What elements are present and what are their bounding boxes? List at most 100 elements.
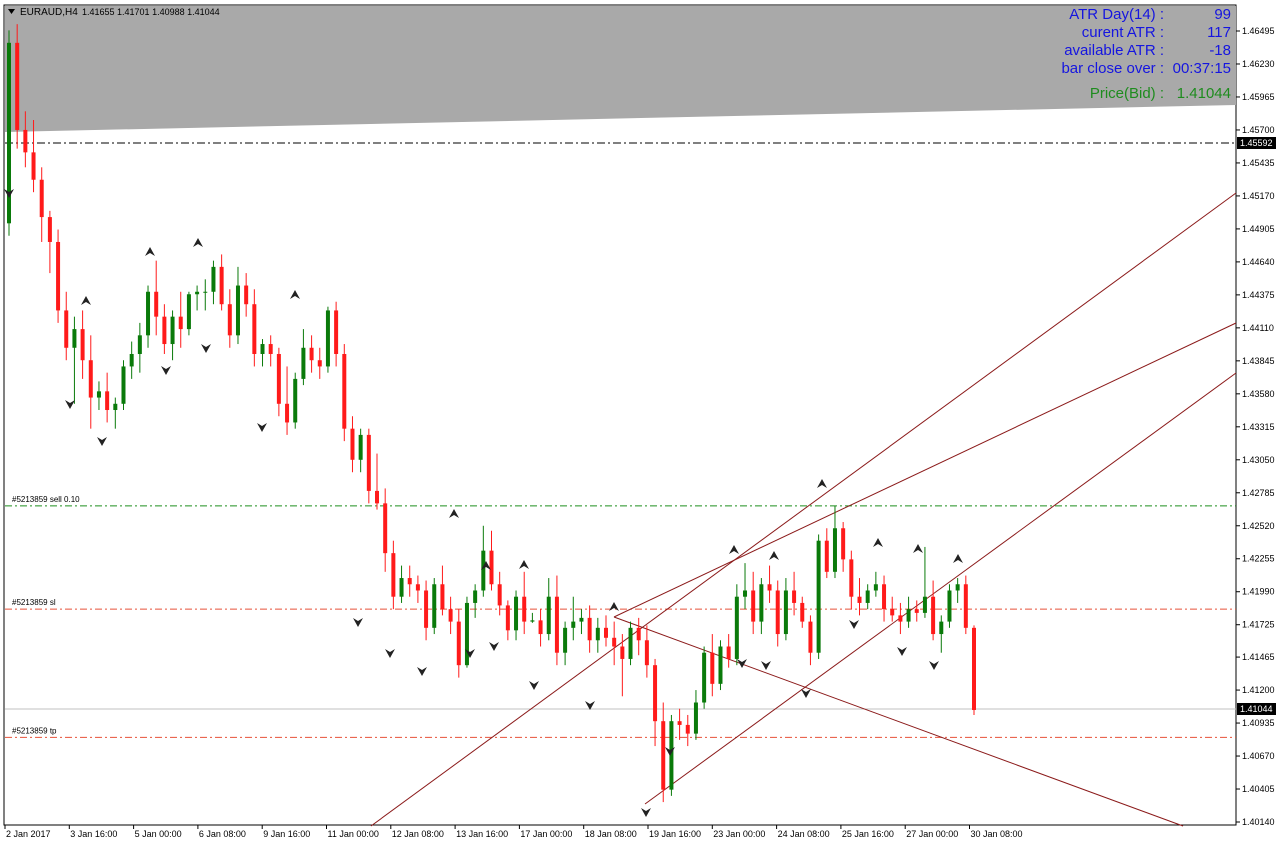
price-tick-label: 1.40935 [1242, 718, 1275, 728]
price-chart[interactable]: #5213859 sell 0.10 #5213859 sl #5213859 tp [0, 0, 1276, 843]
time-tick-label: 6 Jan 08:00 [199, 829, 246, 839]
candle-body [473, 590, 478, 603]
candle-body [685, 724, 690, 734]
candle-body [260, 344, 265, 354]
candle-body [628, 627, 633, 659]
candle-body [96, 391, 101, 398]
candle-body [391, 553, 396, 597]
symbol-label: EURAUD,H4 [20, 7, 78, 18]
candle-body [571, 621, 576, 628]
candle-body [693, 702, 698, 734]
price-tick-label: 1.44905 [1242, 224, 1275, 234]
candle-body [783, 590, 788, 635]
candle [7, 30, 11, 236]
candle-body [456, 621, 461, 666]
info-value: 99 [1214, 6, 1231, 23]
time-axis[interactable]: 2 Jan 2017 3 Jan 16:00 5 Jan 00:00 6 Jan 08… [4, 825, 1023, 839]
candle-body [47, 217, 52, 242]
candle-body [653, 665, 658, 722]
candle-body [383, 503, 388, 554]
candle-body [489, 550, 494, 585]
time-tick-label: 3 Jan 16:00 [70, 829, 117, 839]
candle [325, 306, 330, 373]
candle-body [464, 602, 469, 666]
chart-window[interactable]: #5213859 sell 0.10 #5213859 sl #5213859 tp [0, 0, 1276, 843]
candle-body [121, 366, 126, 404]
ohlc-label: 1.41655 1.41701 1.40988 1.41044 [82, 7, 220, 17]
price-bid-value: 1.41044 [1177, 85, 1231, 102]
price-tick-label: 1.43315 [1242, 422, 1275, 432]
time-tick-label: 17 Jan 00:00 [520, 829, 572, 839]
candle-body [80, 329, 85, 361]
candle-body [538, 620, 543, 635]
price-tick-label: 1.45435 [1242, 158, 1275, 168]
candle-body [832, 528, 837, 572]
price-tick-label: 1.43845 [1242, 356, 1275, 366]
candle-body [350, 428, 355, 460]
candle-body [522, 596, 527, 622]
info-label: curent ATR : [1082, 24, 1164, 41]
candle-body [252, 304, 257, 354]
order-line-label: #5213859 sl [12, 598, 56, 607]
candle-body [890, 609, 895, 616]
candle-body [775, 590, 780, 635]
candle-body [497, 584, 502, 606]
candle-body [170, 316, 175, 345]
order-line-label: #5213859 tp [12, 726, 57, 735]
candle-body [726, 646, 731, 659]
candle-body [612, 637, 617, 647]
candle-body [751, 590, 756, 622]
candle-body [882, 584, 887, 610]
price-tick-label: 1.45965 [1242, 92, 1275, 102]
price-tick-label: 1.41200 [1242, 685, 1275, 695]
time-tick-label: 12 Jan 08:00 [392, 829, 444, 839]
candle-body [947, 590, 952, 622]
candle-body [399, 578, 404, 597]
candle-body [734, 596, 739, 659]
candle-body [792, 590, 797, 603]
candle [121, 360, 126, 411]
candle-body [129, 353, 134, 367]
candle [186, 291, 191, 336]
candle-body [293, 378, 298, 423]
price-bid-label: Price(Bid) : [1090, 85, 1164, 102]
price-tick-label: 1.41990 [1242, 587, 1275, 597]
candle [816, 534, 821, 659]
candle-body [64, 310, 69, 348]
candle-body [620, 646, 625, 659]
time-tick-label: 23 Jan 00:00 [713, 829, 765, 839]
plot-area[interactable] [3, 4, 1237, 826]
candle-body [914, 609, 919, 613]
candle-body [195, 291, 200, 295]
candle-body [963, 584, 968, 628]
time-tick-label: 24 Jan 08:00 [778, 829, 830, 839]
level-price-tag: 1.45592 [1237, 137, 1276, 149]
time-tick-label: 27 Jan 00:00 [906, 829, 958, 839]
candle-body [358, 434, 363, 460]
price-tick-label: 1.46495 [1242, 26, 1275, 36]
price-tick-label: 1.45700 [1242, 125, 1275, 135]
candle-body [816, 540, 821, 653]
candle-body [325, 310, 330, 367]
candle-body [743, 590, 748, 597]
candle [947, 584, 952, 628]
candle-body [137, 335, 142, 354]
price-tick-label: 1.45170 [1242, 191, 1275, 201]
candle-body [317, 360, 322, 367]
candle [293, 372, 298, 429]
price-tick-label: 1.42255 [1242, 554, 1275, 564]
candle-body [235, 285, 240, 336]
candle [718, 640, 723, 691]
candle-body [530, 620, 535, 622]
candle [432, 578, 437, 635]
candle-body [636, 627, 641, 641]
candle-body [203, 291, 208, 293]
candle-body [677, 721, 682, 725]
price-tick-label: 1.44640 [1242, 257, 1275, 267]
candle-body [939, 621, 944, 635]
candle-body [105, 391, 110, 411]
candle-body [31, 152, 36, 180]
candle-body [146, 291, 151, 336]
price-tick-label: 1.44110 [1242, 323, 1274, 333]
candle-body [922, 596, 927, 613]
